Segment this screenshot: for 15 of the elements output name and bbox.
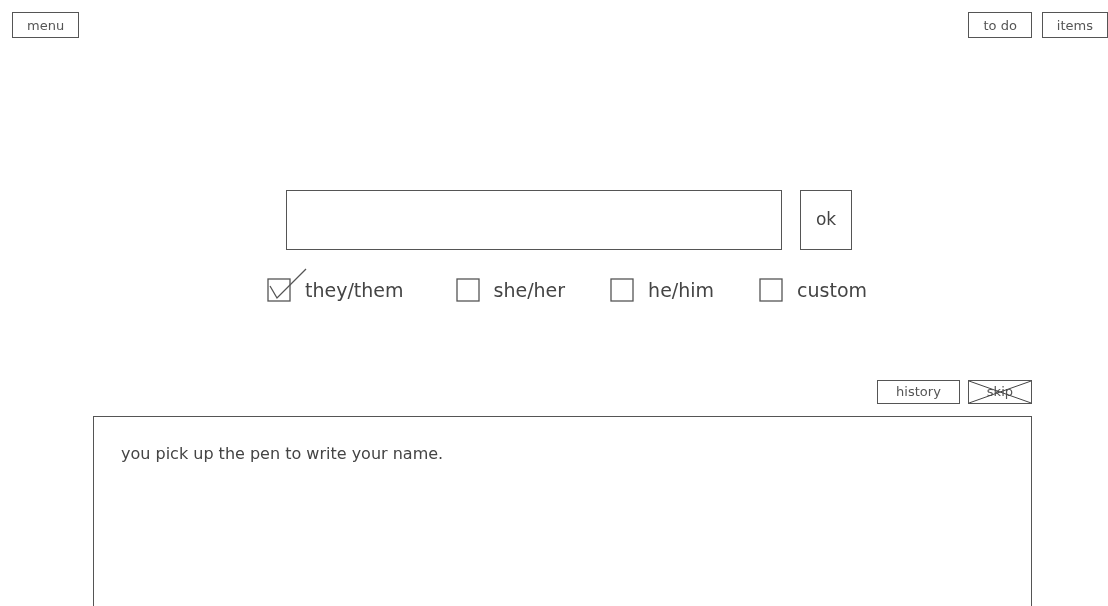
pronoun-label: she/her <box>493 278 566 303</box>
ok-button[interactable]: ok <box>800 190 852 250</box>
pronoun-label: custom <box>797 278 868 303</box>
checkbox[interactable] <box>759 278 784 303</box>
history-button[interactable]: history <box>877 379 960 404</box>
pronoun-label: he/him <box>648 278 715 303</box>
pronoun-label: they/them <box>305 278 404 303</box>
story-text: you pick up the pen to write your name. <box>121 442 445 465</box>
menu-button[interactable]: menu <box>12 12 80 38</box>
name-input-field[interactable] <box>286 190 782 250</box>
checkbox[interactable] <box>610 278 635 303</box>
checked-checkbox[interactable] <box>267 268 307 303</box>
checkbox[interactable] <box>455 278 480 303</box>
nav-button[interactable]: to do <box>968 12 1032 38</box>
nav-button[interactable]: items <box>1041 12 1108 38</box>
